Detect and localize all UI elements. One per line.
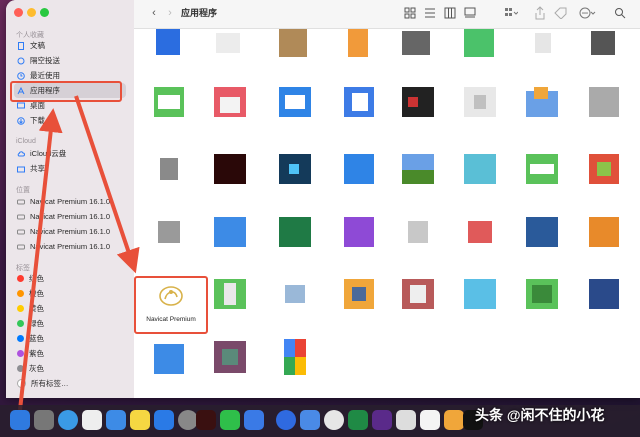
arrow-to-navicat bbox=[74, 95, 140, 274]
mail-icon[interactable] bbox=[106, 410, 126, 430]
app-icon-dock[interactable] bbox=[444, 410, 464, 430]
arrow-to-applications bbox=[18, 108, 63, 411]
app-store-icon[interactable] bbox=[154, 410, 174, 430]
safari-icon[interactable] bbox=[58, 410, 78, 430]
calendar-icon[interactable] bbox=[420, 410, 440, 430]
app-icon-dock[interactable] bbox=[300, 410, 320, 430]
illustrator-icon[interactable] bbox=[196, 410, 216, 430]
app-icon-dock[interactable] bbox=[372, 410, 392, 430]
watermark: 头条 @闲不住的小花 bbox=[475, 407, 605, 423]
finder-icon[interactable] bbox=[10, 410, 30, 430]
wechat-icon[interactable] bbox=[220, 410, 240, 430]
app-icon-dock[interactable] bbox=[396, 410, 416, 430]
reminders-icon[interactable] bbox=[82, 410, 102, 430]
system-settings-icon[interactable] bbox=[178, 410, 198, 430]
chrome-icon[interactable] bbox=[324, 410, 344, 430]
feishu-icon[interactable] bbox=[244, 410, 264, 430]
annotation-arrows bbox=[18, 95, 140, 411]
app-icon-dock[interactable] bbox=[276, 410, 296, 430]
launchpad-icon[interactable] bbox=[34, 410, 54, 430]
notes-icon[interactable] bbox=[130, 410, 150, 430]
excel-icon[interactable] bbox=[348, 410, 368, 430]
